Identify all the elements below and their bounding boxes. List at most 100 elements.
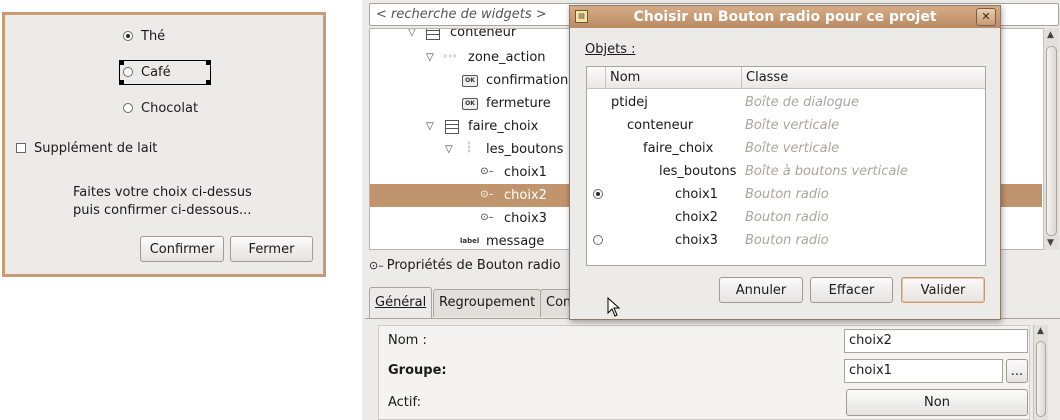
checkbox-icon — [16, 143, 26, 153]
group-label: Groupe: — [388, 363, 447, 378]
button-icon: OK — [462, 75, 478, 87]
row-class: Boîte de dialogue — [745, 95, 859, 110]
tree-row-label: conteneur — [450, 28, 517, 40]
scroll-up-icon[interactable]: ▲ — [1047, 30, 1054, 40]
expander-down-icon[interactable]: ▽ — [408, 29, 416, 44]
row-name: choix3 — [675, 233, 718, 248]
radio-icon: ⊙– — [480, 212, 494, 223]
label-icon: label — [460, 237, 480, 245]
radio-on-icon[interactable] — [593, 189, 603, 199]
resize-handle[interactable] — [119, 80, 124, 85]
objects-label-text: Objets : — [585, 42, 636, 57]
tree-row-label: fermeture — [486, 96, 551, 111]
cancel-button[interactable]: Annuler — [719, 277, 803, 303]
tree-row-label: les_boutons — [486, 142, 564, 157]
radio-chocolat[interactable]: Chocolat — [123, 101, 198, 116]
box-icon — [426, 29, 440, 40]
row-name: les_boutons — [659, 164, 737, 179]
close-button[interactable]: Fermer — [230, 236, 313, 262]
app-icon: ▤ — [575, 10, 588, 23]
radio-off-icon — [123, 103, 133, 113]
row-class: Bouton radio — [745, 210, 829, 225]
button-label: Annuler — [735, 282, 787, 298]
choose-radio-dialog: Choisir un Bouton radio pour ce projet ▤… — [569, 5, 1001, 320]
properties-scrollbar[interactable]: ▲ — [1033, 325, 1048, 420]
properties-header: ⊙– Propriétés de Bouton radio — [369, 258, 561, 273]
row-class: Bouton radio — [745, 233, 829, 248]
button-label: Valider — [920, 282, 966, 298]
list-row-les-boutons[interactable]: les_boutons Boîte à boutons verticale — [587, 160, 985, 183]
active-toggle-button[interactable]: Non — [846, 389, 1028, 416]
radio-cafe[interactable]: Café — [123, 65, 171, 80]
objects-list[interactable]: Nom Classe ptidej Boîte de dialogue cont… — [586, 66, 986, 266]
radio-the[interactable]: Thé — [123, 29, 165, 44]
group-field[interactable]: choix1 — [844, 359, 1003, 383]
milk-checkbox[interactable]: Supplément de lait — [16, 141, 157, 156]
expander-down-icon[interactable]: ▽ — [426, 115, 434, 138]
row-class: Bouton radio — [745, 187, 829, 202]
scroll-up-icon[interactable]: ▲ — [1037, 326, 1044, 336]
row-name: conteneur — [627, 118, 694, 133]
radio-icon: ⊙– — [369, 259, 384, 272]
scrollbar-thumb[interactable] — [1046, 46, 1057, 236]
row-name: choix1 — [675, 187, 718, 202]
dialog-titlebar[interactable]: Choisir un Bouton radio pour ce projet — [570, 6, 1000, 28]
scroll-down-icon[interactable]: ▼ — [1047, 238, 1054, 248]
ok-button[interactable]: Valider — [901, 277, 985, 303]
tree-row-label: choix1 — [504, 165, 547, 180]
message-text: Faites votre choix ci-dessus puis confir… — [73, 184, 273, 220]
list-row-choix2[interactable]: choix2 Bouton radio — [587, 206, 985, 229]
expander-down-icon[interactable]: ▽ — [445, 138, 453, 161]
expander-down-icon[interactable]: ▽ — [426, 46, 434, 69]
list-row-conteneur[interactable]: conteneur Boîte verticale — [587, 114, 985, 137]
milk-checkbox-label: Supplément de lait — [34, 141, 158, 156]
header-name[interactable]: Nom — [605, 67, 741, 88]
dialog-close-icon[interactable]: ✕ — [976, 8, 996, 26]
button-icon: OK — [462, 98, 478, 110]
tab-regroupement[interactable]: Regroupement — [433, 289, 542, 317]
row-name: choix2 — [675, 210, 718, 225]
radio-cafe-label: Café — [141, 65, 171, 80]
tab-label: Général — [375, 295, 427, 310]
confirm-button[interactable]: Confirmer — [140, 236, 224, 262]
resize-handle[interactable] — [206, 80, 211, 85]
list-row-choix3[interactable]: choix3 Bouton radio — [587, 229, 985, 252]
button-label: Effacer — [828, 282, 875, 298]
row-class: Boîte verticale — [745, 118, 840, 133]
scrollbar-thumb[interactable] — [1036, 341, 1046, 417]
row-class: Boîte verticale — [745, 141, 840, 156]
objects-label: Objets : — [585, 42, 635, 57]
dialog-preview: Thé Café Chocolat Supplément de lait Fai… — [2, 12, 326, 277]
tree-row-label: faire_choix — [468, 119, 539, 134]
tree-row-label: choix3 — [504, 211, 547, 226]
list-row-faire-choix[interactable]: faire_choix Boîte verticale — [587, 137, 985, 160]
row-class: Boîte à boutons verticale — [745, 164, 908, 179]
list-row-ptidej[interactable]: ptidej Boîte de dialogue — [587, 91, 985, 114]
properties-title: Propriétés de Bouton radio — [386, 258, 561, 273]
resize-handle[interactable] — [206, 60, 211, 65]
radio-the-label: Thé — [141, 29, 166, 44]
tree-row-label: choix2 — [504, 188, 547, 203]
name-field[interactable]: choix2 — [844, 329, 1028, 353]
hbox-dots-icon: ◦◦◦ — [443, 52, 458, 61]
list-header: Nom Classe — [587, 67, 985, 89]
tree-row-label: zone_action — [468, 50, 546, 65]
tree-scrollbar[interactable]: ▲ ▼ — [1043, 28, 1059, 250]
radio-chocolat-label: Chocolat — [141, 101, 199, 116]
clear-button[interactable]: Effacer — [810, 277, 893, 303]
radio-off-icon[interactable] — [593, 235, 603, 245]
header-radio-col[interactable] — [587, 67, 605, 88]
box-icon — [445, 120, 459, 134]
mouse-cursor-icon — [607, 297, 621, 317]
header-class[interactable]: Classe — [741, 67, 985, 88]
radio-icon: ⊙– — [480, 189, 494, 200]
list-row-choix1[interactable]: choix1 Bouton radio — [587, 183, 985, 206]
group-browse-button[interactable]: ... — [1006, 359, 1028, 383]
radio-on-icon — [123, 31, 133, 41]
tree-row-label: confirmation — [486, 73, 569, 88]
dialog-title: Choisir un Bouton radio pour ce projet — [633, 9, 937, 25]
vbox-dots-icon: ◦ ◦ ◦ — [466, 139, 472, 156]
radio-off-icon — [123, 67, 133, 77]
tab-label: Regroupement — [439, 295, 536, 310]
tab-general[interactable]: Général — [369, 287, 433, 319]
